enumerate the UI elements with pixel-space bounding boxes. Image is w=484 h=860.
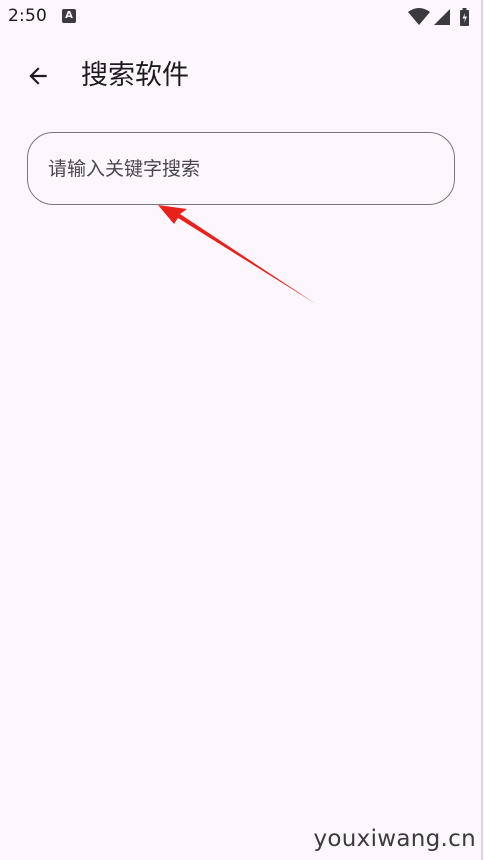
signal-icon bbox=[434, 9, 450, 25]
search-box[interactable] bbox=[27, 132, 455, 205]
status-bar: 2:50 A bbox=[0, 0, 484, 32]
screen-edge-divider bbox=[481, 0, 483, 860]
a-box-icon: A bbox=[62, 9, 76, 23]
back-button[interactable] bbox=[16, 54, 60, 98]
watermark: youxiwang.cn bbox=[313, 826, 476, 852]
annotation-arrow bbox=[158, 205, 316, 304]
app-bar: 搜索软件 bbox=[0, 46, 484, 106]
battery-charging-icon bbox=[460, 8, 469, 26]
status-time: 2:50 bbox=[8, 6, 47, 26]
status-icons bbox=[408, 8, 469, 26]
annotation-arrow-shape bbox=[158, 205, 316, 304]
page-title: 搜索软件 bbox=[81, 60, 189, 91]
wifi-icon bbox=[408, 8, 430, 25]
arrow-back-icon bbox=[29, 67, 47, 85]
search-input[interactable] bbox=[48, 133, 428, 204]
